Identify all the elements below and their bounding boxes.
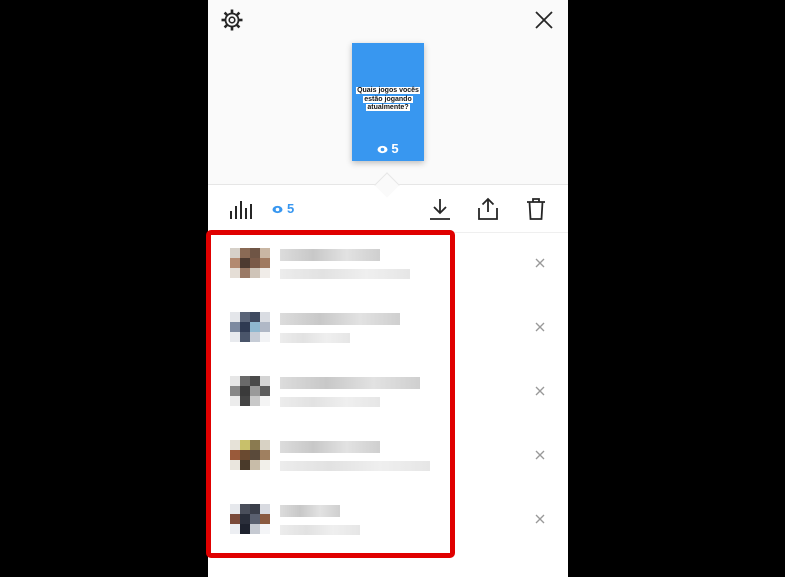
download-icon[interactable] <box>428 197 452 221</box>
avatar[interactable] <box>230 499 270 549</box>
viewer-name-blurred[interactable] <box>280 377 420 389</box>
insights-icon[interactable] <box>228 197 252 221</box>
viewer-list <box>208 233 568 553</box>
story-viewers-panel: Quais jogos vocês estão jogando atualmen… <box>208 0 568 577</box>
viewer-name-blurred[interactable] <box>280 249 380 261</box>
story-thumbnail[interactable]: Quais jogos vocês estão jogando atualmen… <box>352 43 424 161</box>
story-view-count: 5 <box>352 141 424 156</box>
eye-icon <box>377 145 388 154</box>
viewer-name-blurred[interactable] <box>280 441 380 453</box>
avatar[interactable] <box>230 371 270 421</box>
remove-viewer-icon[interactable] <box>534 321 546 333</box>
toolbar-view-count[interactable]: 5 <box>272 201 294 216</box>
avatar[interactable] <box>230 307 270 357</box>
share-icon[interactable] <box>476 197 500 221</box>
remove-viewer-icon[interactable] <box>534 449 546 461</box>
viewer-subtext-blurred <box>280 525 360 535</box>
story-toolbar: 5 <box>208 185 568 233</box>
viewer-row[interactable] <box>208 361 568 425</box>
viewer-name-blurred[interactable] <box>280 313 400 325</box>
trash-icon[interactable] <box>524 197 548 221</box>
gear-icon[interactable] <box>220 8 244 32</box>
story-preview-area: Quais jogos vocês estão jogando atualmen… <box>208 0 568 185</box>
viewer-subtext-blurred <box>280 461 430 471</box>
viewer-row[interactable] <box>208 489 568 553</box>
viewer-subtext-blurred <box>280 269 410 279</box>
eye-icon <box>272 205 283 214</box>
viewer-row[interactable] <box>208 425 568 489</box>
viewer-row[interactable] <box>208 297 568 361</box>
story-question-text: Quais jogos vocês estão jogando atualmen… <box>356 87 420 111</box>
viewer-name-blurred[interactable] <box>280 505 340 517</box>
viewer-subtext-blurred <box>280 333 350 343</box>
remove-viewer-icon[interactable] <box>534 513 546 525</box>
avatar[interactable] <box>230 435 270 485</box>
remove-viewer-icon[interactable] <box>534 385 546 397</box>
close-icon[interactable] <box>532 8 556 32</box>
viewer-row[interactable] <box>208 233 568 297</box>
remove-viewer-icon[interactable] <box>534 257 546 269</box>
avatar[interactable] <box>230 243 270 293</box>
viewer-subtext-blurred <box>280 397 380 407</box>
